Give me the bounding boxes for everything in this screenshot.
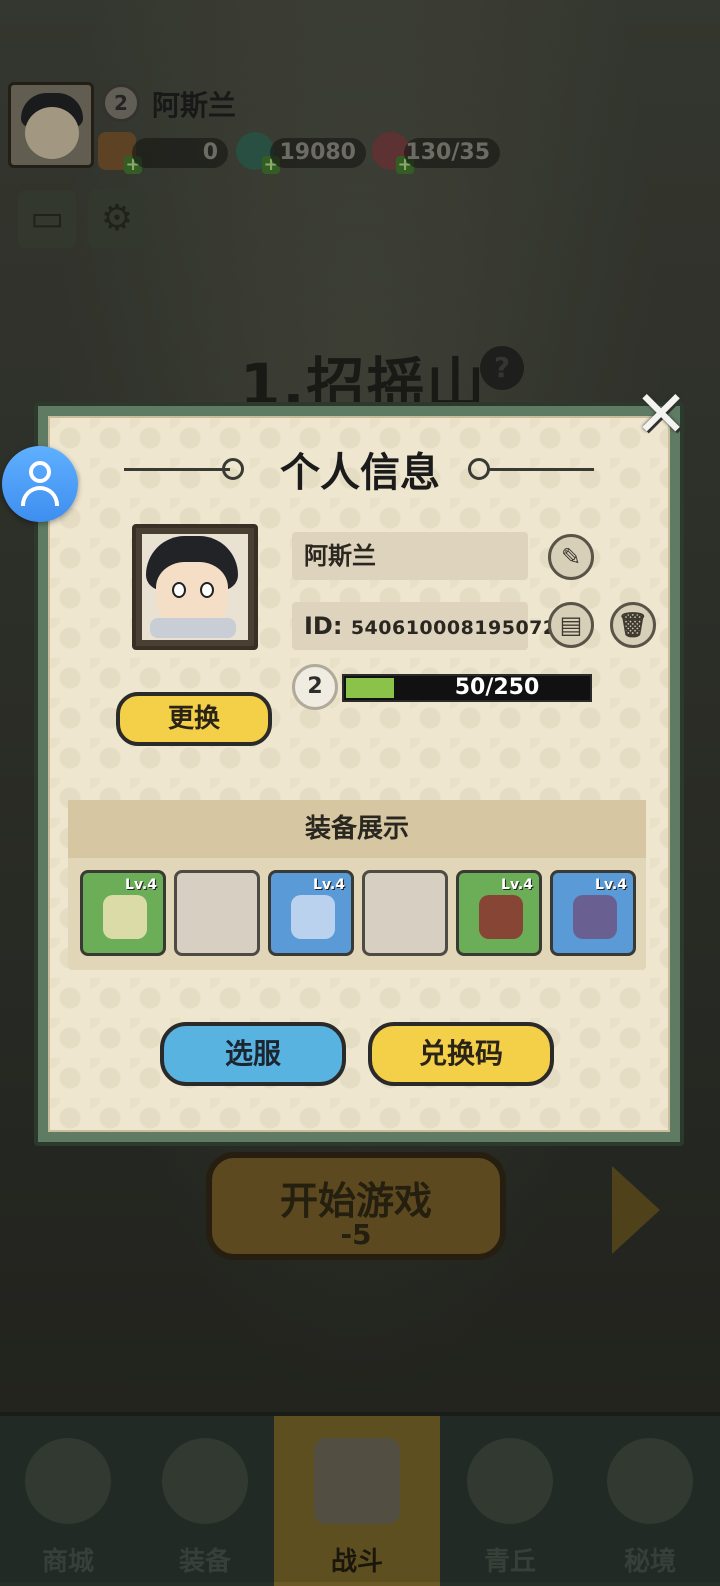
- equipment-slot[interactable]: [362, 870, 448, 956]
- redeem-code-button[interactable]: 兑换码: [368, 1022, 554, 1086]
- equipment-showcase-title: 装备展示: [68, 800, 646, 858]
- user-head-icon: [29, 461, 51, 483]
- equipment-slot[interactable]: Lv.4: [550, 870, 636, 956]
- exp-progress-bar: 50/250: [342, 674, 592, 702]
- player-id-label: ID:: [304, 612, 343, 640]
- avatar-eye-right: [200, 582, 214, 598]
- user-body-icon: [21, 486, 59, 506]
- select-server-button[interactable]: 选服: [160, 1022, 346, 1086]
- exp-progress-fill: [346, 678, 394, 698]
- close-icon[interactable]: ✕: [634, 383, 688, 447]
- bracer-item-icon: [291, 895, 335, 939]
- profile-avatar: [132, 524, 258, 650]
- slot-level-label: Lv.4: [501, 877, 533, 893]
- slot-level-label: Lv.4: [313, 877, 345, 893]
- avatar-face: [156, 562, 228, 626]
- dialog-title: 个人信息: [280, 450, 440, 496]
- title-swirl-right-icon: [468, 458, 490, 480]
- boots-item-icon: [479, 895, 523, 939]
- equipment-slot[interactable]: Lv.4: [268, 870, 354, 956]
- equipment-slot[interactable]: Lv.4: [456, 870, 542, 956]
- player-level-badge: 2: [292, 664, 338, 710]
- avatar-eye-left: [172, 582, 186, 598]
- scroll-item-icon: [103, 895, 147, 939]
- copy-id-icon[interactable]: ▤: [548, 602, 594, 648]
- change-avatar-button[interactable]: 更换: [116, 692, 272, 746]
- slot-level-label: Lv.4: [595, 877, 627, 893]
- title-divider-right: [488, 468, 594, 471]
- avatar-scarf: [150, 618, 236, 638]
- equipment-slot[interactable]: [174, 870, 260, 956]
- player-name-field: 阿斯兰: [292, 532, 528, 580]
- delete-trash-icon[interactable]: 🗑: [610, 602, 656, 648]
- edit-name-brush-icon[interactable]: ✎: [548, 534, 594, 580]
- floating-user-button[interactable]: [2, 446, 78, 522]
- player-id-value: 540610008195072: [350, 617, 557, 639]
- slot-level-label: Lv.4: [125, 877, 157, 893]
- profile-dialog: [34, 402, 684, 1146]
- exp-progress-text: 50/250: [454, 675, 540, 700]
- equipment-slot[interactable]: Lv.4: [80, 870, 166, 956]
- orb-item-icon: [573, 895, 617, 939]
- player-id-field: ID: 540610008195072: [292, 602, 556, 650]
